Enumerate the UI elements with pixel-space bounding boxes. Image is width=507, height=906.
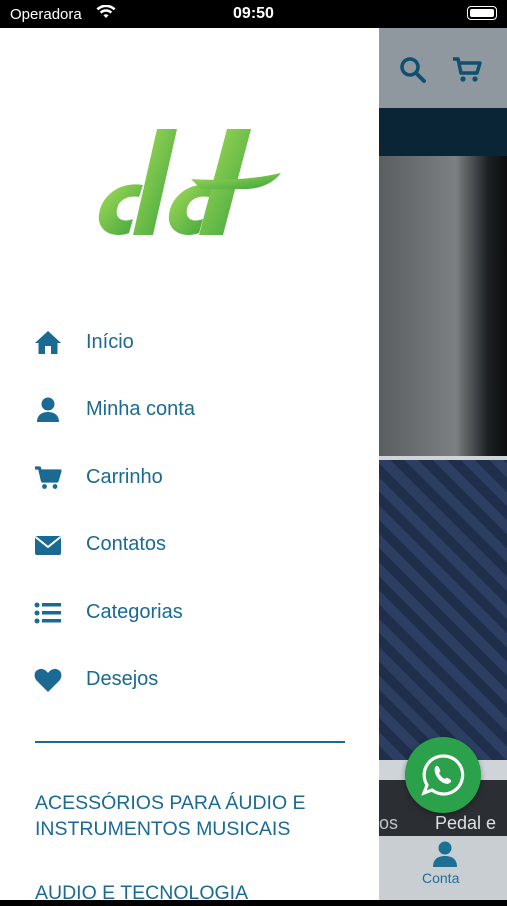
envelope-icon: [34, 532, 62, 558]
menu-item-label: Contatos: [86, 533, 167, 555]
tile-label: Pedal e: [435, 813, 497, 833]
menu-item-label: Desejos: [86, 668, 159, 690]
home-icon: [34, 330, 62, 356]
category-link[interactable]: ACESSÓRIOS PARA ÁUDIO E INSTRUMENTOS MUS…: [35, 790, 345, 842]
account-tab-label[interactable]: Conta: [422, 870, 459, 886]
menu-divider: [35, 741, 345, 743]
status-bar: Operadora 09:50: [0, 0, 507, 28]
banner-image-mixer[interactable]: [379, 460, 507, 760]
battery-icon: [467, 6, 497, 20]
menu-item-label: Categorias: [86, 601, 183, 623]
account-tab-icon[interactable]: [432, 840, 458, 873]
menu-item-inicio[interactable]: Início: [0, 316, 379, 370]
cart-icon[interactable]: [452, 56, 482, 89]
heart-icon: [34, 667, 62, 693]
list-icon: [34, 600, 62, 626]
brand-logo[interactable]: [95, 123, 285, 248]
menu-item-minha-conta[interactable]: Minha conta: [0, 383, 379, 437]
tile-label: os: [379, 813, 399, 833]
banner-image[interactable]: [379, 156, 507, 456]
clock: 09:50: [233, 5, 274, 22]
navigation-drawer: Início Minha conta Carrinho Contatos Cat…: [0, 28, 379, 904]
menu-item-desejos[interactable]: Desejos: [0, 653, 379, 707]
whatsapp-button[interactable]: [405, 737, 481, 813]
menu-item-contatos[interactable]: Contatos: [0, 518, 379, 572]
menu-item-label: Início: [86, 331, 134, 353]
menu-item-label: Minha conta: [86, 398, 195, 420]
whatsapp-icon: [421, 754, 465, 796]
menu-item-carrinho[interactable]: Carrinho: [0, 451, 379, 505]
user-icon: [34, 397, 62, 423]
menu-item-label: Carrinho: [86, 466, 163, 488]
search-icon[interactable]: [399, 56, 427, 89]
menu-item-categorias[interactable]: Categorias: [0, 586, 379, 640]
cart-icon: [34, 465, 62, 491]
category-link[interactable]: AUDIO E TECNOLOGIA: [35, 880, 345, 906]
